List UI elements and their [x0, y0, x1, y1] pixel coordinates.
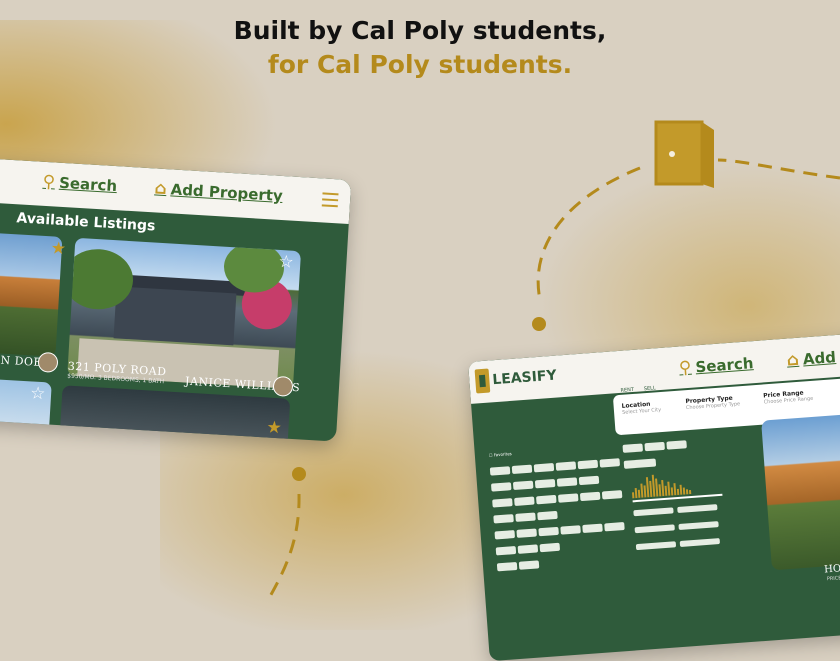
favorite-star-icon[interactable]: ★: [266, 417, 282, 438]
house-plus-icon: ⌂: [153, 178, 168, 200]
add-property-label: Add: [802, 348, 837, 369]
door-icon: [654, 120, 714, 188]
search-link-label: Search: [58, 173, 118, 196]
filter-panel: ☐ Favorites: [489, 443, 628, 579]
house-plus-icon: ⌂: [786, 349, 800, 371]
mobile-app-preview: ⚲ Search ⌂ Add Property Available Listin…: [0, 158, 352, 442]
add-property-link[interactable]: ⌂ Add Property: [154, 178, 283, 206]
desktop-app-preview: LEASIFY ⚲ Search ⌂ Add RENT SELL Locatio…: [468, 331, 840, 661]
favorite-star-outline-icon[interactable]: ☆: [278, 252, 294, 273]
tab-sell[interactable]: SELL: [644, 385, 656, 392]
trail-dot-2: [292, 467, 306, 481]
add-property-link[interactable]: ⌂ Add: [786, 347, 837, 371]
avatar: [37, 351, 59, 373]
property-type-field[interactable]: Property Type Choose Property Type: [685, 394, 740, 411]
trail-dot-1: [532, 317, 546, 331]
logo-text: LEASIFY: [491, 367, 558, 389]
price-filter-panel: [622, 436, 726, 552]
price-range-field[interactable]: Price Range Choose Price Range: [763, 389, 814, 406]
featured-listing-title: HOUSE: [823, 561, 840, 576]
add-property-label: Add Property: [170, 180, 284, 206]
search-icon: ⚲: [42, 171, 56, 193]
search-icon: ⚲: [678, 357, 693, 379]
search-link[interactable]: ⚲ Search: [678, 353, 754, 378]
section-title: Available Listings: [16, 210, 156, 235]
favorite-star-outline-icon[interactable]: ☆: [30, 383, 46, 404]
leasify-logo[interactable]: LEASIFY: [474, 364, 558, 394]
favorite-star-icon[interactable]: ★: [50, 238, 66, 259]
logo-key-icon: [474, 368, 491, 394]
search-link-label: Search: [694, 354, 755, 377]
search-link[interactable]: ⚲ Search: [42, 172, 118, 196]
tab-rent[interactable]: RENT: [620, 387, 634, 394]
featured-listing-photo[interactable]: [761, 411, 840, 571]
hamburger-icon[interactable]: [321, 192, 339, 211]
location-field[interactable]: Location Select Your City: [621, 400, 661, 416]
